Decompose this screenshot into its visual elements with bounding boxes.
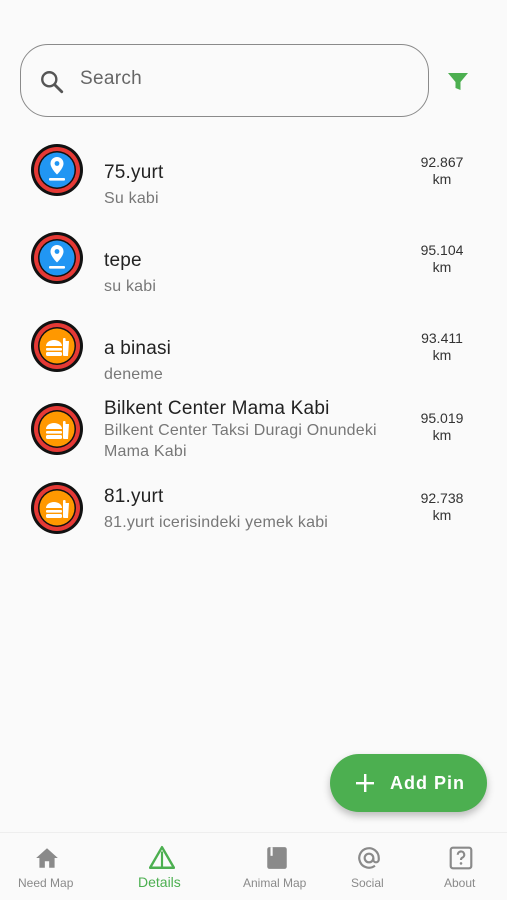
item-title: a binasi [104, 338, 172, 359]
distance: 92.867 km [407, 154, 477, 188]
nav-label: About [444, 876, 476, 890]
distance-value: 93.411 [421, 330, 463, 346]
distance-value: 92.738 [420, 490, 464, 506]
item-title: tepe [104, 250, 142, 271]
distance-value: 92.867 [420, 154, 464, 170]
search-placeholder: Search [80, 68, 143, 89]
item-subtitle: deneme [104, 366, 164, 383]
distance-unit: km [432, 427, 452, 443]
list-item[interactable]: tepe su kabi 95.104 km [0, 230, 507, 318]
food-icon [31, 403, 83, 455]
item-title: 75.yurt [104, 162, 164, 183]
distance-unit: km [432, 347, 452, 363]
distance-unit: km [432, 259, 452, 275]
at-sign-icon [358, 847, 380, 869]
item-subtitle: Bilkent Center Taksi Duragi Onundeki Mam… [104, 422, 377, 460]
distance-unit: km [432, 507, 452, 523]
item-subtitle: su kabi [104, 278, 157, 295]
search-input[interactable]: Search [20, 44, 429, 117]
distance-value: 95.104 [420, 242, 464, 258]
distance: 93.411 km [407, 330, 477, 364]
search-icon [41, 71, 64, 94]
filter-button[interactable] [442, 68, 474, 96]
distance: 95.019 km [407, 410, 477, 444]
add-pin-label: Add Pin [390, 773, 465, 793]
nav-about[interactable]: About [414, 833, 507, 900]
nav-details[interactable]: Details [115, 833, 209, 900]
bottom-nav: Need Map Details Animal Map Social About [0, 832, 507, 900]
nav-label: Social [351, 876, 384, 890]
nav-label: Animal Map [243, 876, 307, 890]
distance: 92.738 km [407, 490, 477, 524]
nav-social[interactable]: Social [322, 833, 416, 900]
item-subtitle: Su kabi [104, 190, 159, 207]
help-box-icon [449, 846, 473, 870]
distance-unit: km [432, 171, 452, 187]
nav-label: Need Map [18, 876, 74, 890]
nav-need-map[interactable]: Need Map [0, 833, 94, 900]
distance: 95.104 km [407, 242, 477, 276]
food-icon [31, 320, 83, 372]
item-title: 81.yurt [104, 486, 164, 507]
location-pin-icon [31, 232, 83, 284]
nav-label: Details [138, 874, 181, 890]
filter-icon [448, 73, 468, 90]
search-row: Search [20, 44, 490, 118]
list-item[interactable]: a binasi deneme 93.411 km [0, 318, 507, 406]
list-item[interactable]: 75.yurt Su kabi 92.867 km [0, 142, 507, 230]
location-pin-icon [31, 144, 83, 196]
item-title: Bilkent Center Mama Kabi [104, 398, 330, 419]
list-item[interactable]: 81.yurt 81.yurt icerisindeki yemek kabi … [0, 480, 507, 568]
add-pin-button[interactable]: Add Pin [330, 754, 487, 812]
home-icon [36, 848, 58, 868]
item-subtitle: 81.yurt icerisindeki yemek kabi [104, 514, 329, 531]
distance-value: 95.019 [420, 410, 464, 426]
book-icon [267, 847, 287, 869]
food-icon [31, 482, 83, 534]
warning-triangle-icon [149, 845, 175, 869]
list-item[interactable]: Bilkent Center Mama Kabi Bilkent Center … [0, 398, 507, 486]
nav-animal-map[interactable]: Animal Map [230, 833, 324, 900]
plus-icon [356, 774, 374, 792]
